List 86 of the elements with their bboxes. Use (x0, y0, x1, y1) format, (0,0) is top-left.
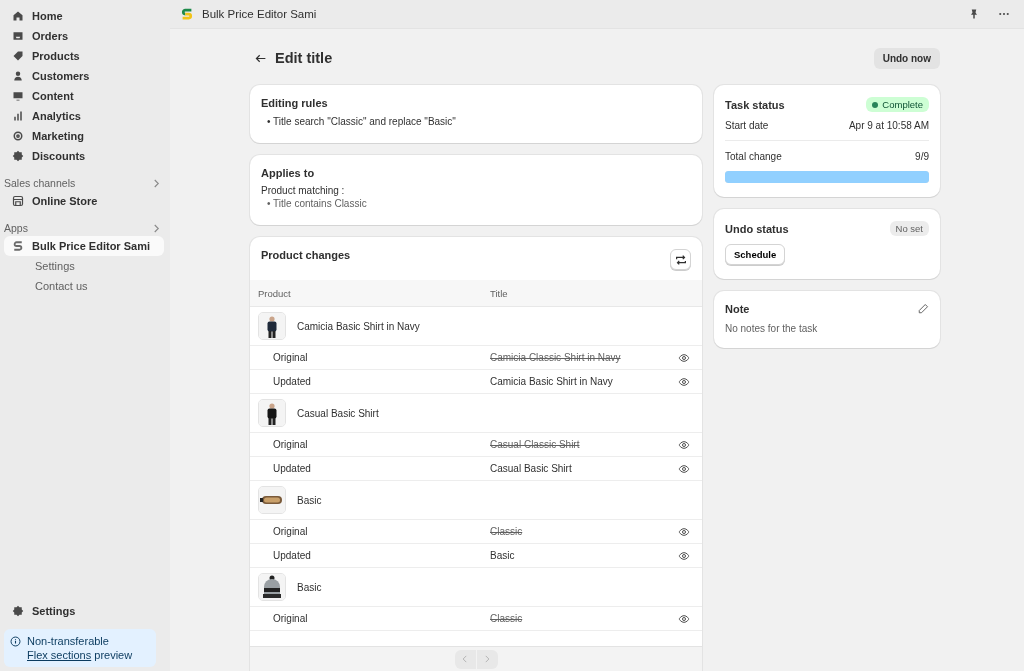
card-title: Task status (725, 98, 785, 111)
product-name: Casual Basic Shirt (297, 407, 379, 419)
product-name: Basic (297, 494, 322, 506)
status-badge: No set (889, 221, 929, 236)
product-name: Camicia Basic Shirt in Navy (297, 320, 420, 332)
card-title: Editing rules (261, 97, 329, 109)
nav-item[interactable]: Marketing (4, 126, 164, 146)
row-label: Original (273, 526, 309, 537)
storefront-icon (12, 195, 24, 207)
row-label: Original (273, 439, 309, 450)
card-title: Applies to (261, 167, 316, 179)
view-icon[interactable] (678, 612, 690, 625)
nav-subitem[interactable]: Contact us (4, 276, 164, 296)
view-icon[interactable] (678, 549, 690, 562)
nav-item[interactable]: Home (4, 6, 164, 26)
nav-subitem[interactable]: Settings (4, 256, 164, 276)
app-name: Bulk Price Editor Sami (202, 8, 317, 20)
notice-text: preview (94, 649, 133, 661)
chevron-left-icon (460, 654, 470, 664)
rule-text: • Title search "Classic" and replace "Basic" (267, 115, 456, 129)
note-text: No notes for the task (725, 323, 819, 334)
title-value: Basic (490, 550, 516, 561)
target-icon (12, 130, 24, 142)
view-icon[interactable] (678, 375, 690, 388)
chevron-right-icon[interactable] (153, 178, 160, 188)
title-value: Casual Basic Shirt (490, 463, 573, 474)
tag-icon (12, 50, 24, 62)
chevron-right-icon[interactable] (153, 223, 160, 233)
title-value: Camicia Classic Shirt in Navy (490, 352, 622, 363)
nav-item[interactable]: Analytics (4, 106, 164, 126)
row-label: Updated (273, 550, 312, 561)
page-title: Edit title (275, 50, 333, 66)
row-label: Updated (273, 376, 312, 387)
column-header: Product (258, 287, 292, 299)
title-value: Camicia Basic Shirt in Navy (490, 376, 614, 387)
flex-sections-link[interactable]: Flex sections (27, 649, 92, 661)
view-icon[interactable] (678, 351, 690, 364)
undo-now-button[interactable]: Undo now (873, 47, 940, 69)
section-heading: Sales channels (4, 177, 76, 189)
nav-item[interactable]: Products (4, 46, 164, 66)
matching-label: Product matching : (261, 185, 346, 196)
pin-icon[interactable] (968, 8, 980, 20)
column-header: Title (490, 287, 509, 299)
nav-item[interactable]: Bulk Price Editor Sami (4, 236, 164, 256)
badge-icon (12, 150, 24, 162)
title-value: Classic (490, 613, 524, 624)
notice-title: Non-transferable (27, 635, 110, 647)
edit-icon[interactable] (917, 303, 929, 315)
bar-chart-icon (12, 110, 24, 122)
card-title: Note (725, 303, 750, 315)
title-value: Casual Classic Shirt (490, 439, 581, 450)
section-heading: Apps (4, 222, 28, 234)
field-label: Start date (725, 120, 769, 131)
field-value: Apr 9 at 10:58 AM (848, 120, 929, 131)
inbox-icon (12, 30, 24, 42)
condition-text: • Title contains Classic (267, 197, 367, 211)
field-label: Total change (725, 151, 782, 162)
row-label: Original (273, 352, 309, 363)
chevron-right-icon (482, 654, 492, 664)
product-name: Basic (297, 581, 322, 593)
row-label: Updated (273, 463, 312, 474)
settings-link[interactable]: Settings (4, 601, 164, 621)
home-icon (12, 10, 24, 22)
nav-item[interactable]: Online Store (4, 191, 164, 211)
settings-icon (12, 605, 24, 617)
card-title: Undo status (725, 222, 789, 235)
swap-icon (673, 252, 688, 267)
nav-item[interactable]: Content (4, 86, 164, 106)
view-icon[interactable] (678, 525, 690, 538)
info-icon (10, 636, 21, 647)
field-value: 9/9 (915, 151, 929, 162)
view-icon[interactable] (678, 462, 690, 475)
swap-button[interactable] (670, 249, 691, 270)
nav-item[interactable]: Discounts (4, 146, 164, 166)
monitor-icon (12, 90, 24, 102)
schedule-button[interactable]: Schedule (725, 244, 786, 265)
view-icon[interactable] (678, 438, 690, 451)
title-value: Classic (490, 526, 524, 537)
card-title: Product changes (261, 249, 351, 261)
nav-item[interactable]: Orders (4, 26, 164, 46)
status-badge: Complete (866, 97, 929, 112)
person-icon (12, 70, 24, 82)
app-logo-icon (12, 240, 24, 252)
app-logo-icon (180, 7, 194, 21)
row-label: Original (273, 613, 309, 624)
nav-item[interactable]: Customers (4, 66, 164, 86)
